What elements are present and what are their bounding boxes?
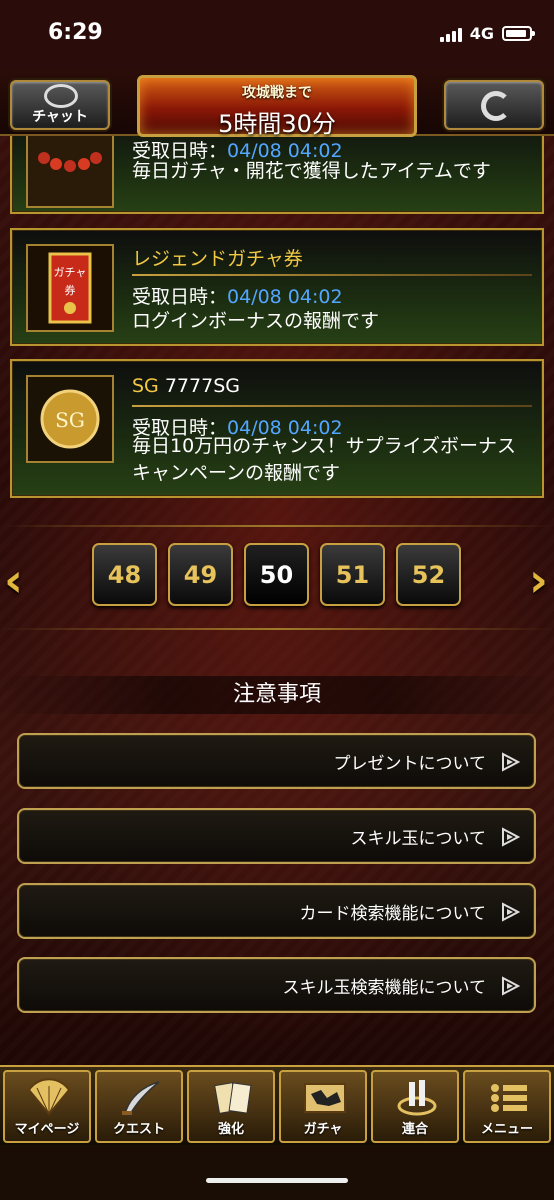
chat-label: チャット: [32, 109, 88, 125]
play-arrow-icon: [502, 827, 520, 847]
play-arrow-icon: [502, 902, 520, 922]
svg-text:ガチャ: ガチャ: [54, 266, 87, 279]
signal-icon: [439, 26, 462, 42]
page-button-48[interactable]: 48: [92, 543, 157, 606]
note-link-label: カード検索機能について: [299, 904, 487, 924]
reload-button[interactable]: [444, 80, 544, 130]
nav-label: マイページ: [14, 1122, 80, 1137]
battery-icon: [502, 26, 535, 41]
map-icon: [304, 1083, 346, 1113]
nav-label: 連合: [401, 1122, 428, 1137]
note-link-label: スキル玉検索機能について: [282, 978, 487, 998]
item-description: ログインボーナスの報酬です: [132, 310, 380, 332]
item-description: 毎日10万円のチャンス！サプライズボーナスキャンペーンの報酬です: [132, 435, 517, 484]
nav-enhance[interactable]: 強化: [187, 1070, 275, 1143]
network-type: 4G: [469, 24, 494, 43]
fan-icon: [27, 1078, 71, 1116]
present-item[interactable]: ガチャ 券 レジェンドガチャ券 受取日時：04/08 04:02 ログインボーナ…: [10, 228, 544, 346]
chat-button[interactable]: チャット: [10, 80, 110, 130]
play-arrow-icon: [502, 752, 520, 772]
nav-gacha[interactable]: ガチャ: [279, 1070, 367, 1143]
home-indicator[interactable]: [206, 1178, 348, 1183]
nav-label: 強化: [217, 1122, 244, 1137]
item-date: 受取日時：04/08 04:02: [132, 286, 343, 308]
prev-page-arrow[interactable]: ‹: [4, 553, 23, 607]
svg-text:券: 券: [65, 283, 76, 297]
item-description: 毎日ガチャ・開花で獲得したアイテムです: [132, 160, 491, 182]
notes-title: 注意事項: [0, 676, 554, 714]
chat-bubble-icon: [44, 84, 78, 108]
next-page-arrow[interactable]: ›: [529, 553, 548, 607]
status-icons: 4G: [439, 24, 535, 43]
svg-text:SG: SG: [55, 408, 85, 432]
nav-menu[interactable]: メニュー: [463, 1070, 551, 1143]
page-button-50-current[interactable]: 50: [244, 543, 309, 606]
divider: [0, 525, 554, 527]
home-area: [0, 1145, 554, 1200]
page-button-49[interactable]: 49: [168, 543, 233, 606]
siege-countdown-banner[interactable]: 攻城戦まで 5時間30分: [137, 75, 417, 138]
nav-label: クエスト: [112, 1122, 165, 1137]
reload-icon: [481, 91, 511, 121]
status-time: 6:29: [48, 20, 103, 45]
nav-alliance[interactable]: 連合: [371, 1070, 459, 1143]
siege-title: 攻城戦まで: [242, 85, 312, 101]
menu-icon: [491, 1084, 527, 1112]
divider: [132, 274, 532, 276]
item-name: レジェンドガチャ券: [132, 248, 303, 270]
sg-coin-icon: SG: [26, 375, 114, 463]
sword-icon: [122, 1081, 160, 1117]
present-item[interactable]: SG SG 7777SG 受取日時：04/08 04:02 毎日10万円のチャン…: [10, 359, 544, 498]
nav-label: ガチャ: [303, 1122, 343, 1137]
note-link-present[interactable]: プレゼントについて: [17, 733, 536, 789]
page-button-52[interactable]: 52: [396, 543, 461, 606]
status-bar: 6:29 4G: [0, 0, 554, 70]
note-link-label: プレゼントについて: [333, 754, 487, 774]
page-button-51[interactable]: 51: [320, 543, 385, 606]
note-link-card-search[interactable]: カード検索機能について: [17, 883, 536, 939]
nav-mypage[interactable]: マイページ: [3, 1070, 91, 1143]
play-arrow-icon: [502, 976, 520, 996]
siege-time: 5時間30分: [218, 110, 336, 138]
item-name: SG 7777SG: [132, 375, 240, 397]
alliance-icon: [397, 1080, 437, 1116]
nav-label: メニュー: [480, 1122, 533, 1137]
nav-quest[interactable]: クエスト: [95, 1070, 183, 1143]
cards-icon: [214, 1082, 252, 1114]
note-link-label: スキル玉について: [350, 829, 487, 849]
note-link-skill-orb[interactable]: スキル玉について: [17, 808, 536, 864]
bottom-nav: マイページ クエスト 強化 ガチャ 連合 メニュー: [0, 1065, 554, 1145]
note-link-skill-orb-search[interactable]: スキル玉検索機能について: [17, 957, 536, 1013]
divider: [0, 628, 554, 630]
divider: [132, 405, 532, 407]
gacha-ticket-icon: ガチャ 券: [26, 244, 114, 332]
